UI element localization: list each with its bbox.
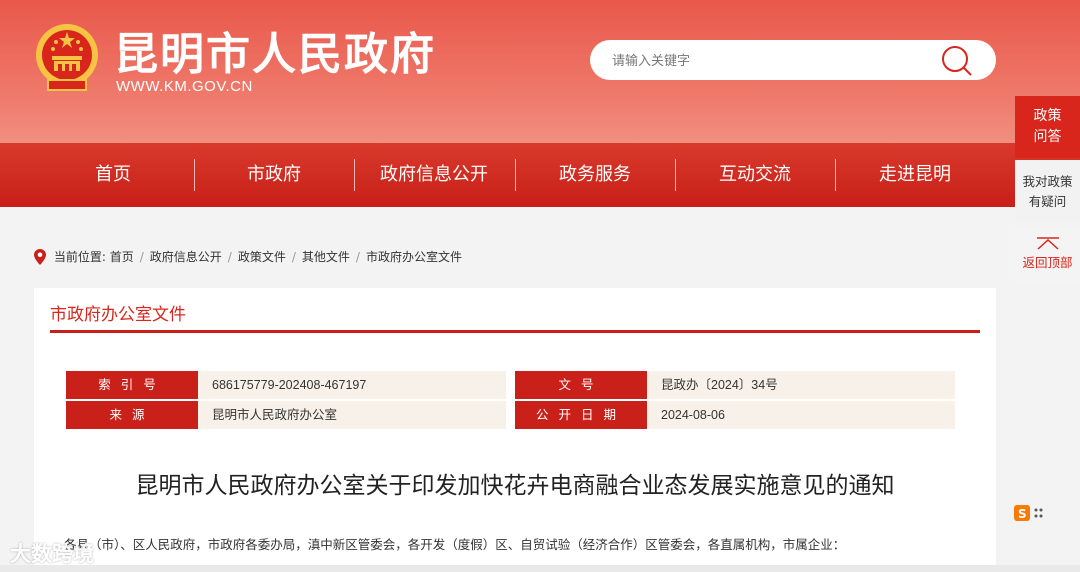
nav-item-services[interactable]: 政务服务 xyxy=(515,143,675,207)
meta-key-source: 来源 xyxy=(66,401,198,429)
meta-value-date: 2024-08-06 xyxy=(647,401,955,429)
meta-value-docno: 昆政办〔2024〕34号 xyxy=(647,371,955,399)
nav-item-home[interactable]: 首页 xyxy=(33,143,193,207)
breadcrumb-separator: / xyxy=(227,249,232,264)
site-title[interactable]: 昆明市人民政府 xyxy=(114,18,436,82)
breadcrumb-info-disclosure[interactable]: 政府信息公开 xyxy=(150,250,222,264)
national-emblem-icon xyxy=(36,24,98,91)
meta-key-index: 索引号 xyxy=(66,371,198,399)
meta-value-source: 昆明市人民政府办公室 xyxy=(198,401,506,429)
policy-question-button[interactable]: 我对政策 有疑问 xyxy=(1015,160,1080,222)
breadcrumb-policy-docs[interactable]: 政策文件 xyxy=(238,250,286,264)
watermark-text: 大数跨境 xyxy=(10,542,94,566)
bottom-bar xyxy=(0,565,1080,572)
meta-key-docno: 文号 xyxy=(515,371,647,399)
policy-qa-button[interactable]: 政策 问答 xyxy=(1015,96,1080,158)
breadcrumb-home[interactable]: 首页 xyxy=(110,250,134,264)
breadcrumb-separator: / xyxy=(139,249,144,264)
breadcrumb-office-docs[interactable]: 市政府办公室文件 xyxy=(366,250,462,264)
search-input[interactable] xyxy=(610,49,934,73)
chevron-up-icon xyxy=(1036,237,1059,250)
nav-item-info-disclosure[interactable]: 政府信息公开 xyxy=(354,143,514,207)
policy-qa-line1: 政策 xyxy=(1033,108,1062,124)
sogou-ime-icon[interactable]: S xyxy=(1014,504,1048,522)
meta-key-date: 公开日期 xyxy=(515,401,647,429)
svg-text:S: S xyxy=(1018,507,1027,521)
document-title: 昆明市人民政府办公室关于印发加快花卉电商融合业态发展实施意见的通知 xyxy=(135,473,895,499)
back-to-top-button[interactable]: 返回顶部 xyxy=(1015,226,1080,284)
meta-row-docno: 文号 昆政办〔2024〕34号 xyxy=(515,371,955,399)
site-url: WWW.KM.GOV.CN xyxy=(116,78,253,95)
breadcrumb-label: 当前位置: xyxy=(53,250,106,264)
breadcrumb-separator: / xyxy=(291,249,296,264)
meta-value-index: 686175779-202408-467197 xyxy=(198,371,506,399)
meta-left: 索引号 686175779-202408-467197 来源 昆明市人民政府办公… xyxy=(66,371,506,431)
breadcrumb-separator: / xyxy=(355,249,360,264)
meta-right: 文号 昆政办〔2024〕34号 公开日期 2024-08-06 xyxy=(515,371,955,431)
search-icon[interactable] xyxy=(940,44,974,78)
meta-row-index: 索引号 686175779-202408-467197 xyxy=(66,371,506,399)
back-to-top-label: 返回顶部 xyxy=(1022,255,1073,270)
panel-title: 市政府办公室文件 xyxy=(50,305,186,325)
meta-row-source: 来源 昆明市人民政府办公室 xyxy=(66,401,506,429)
document-salutation: 各县（市）、区人民政府，市政府各委办局，滇中新区管委会，各开发（度假）区、自贸试… xyxy=(64,537,846,552)
content-panel: 市政府办公室文件 索引号 686175779-202408-467197 来源 … xyxy=(34,288,996,572)
main-nav: 首页 市政府 政府信息公开 政务服务 互动交流 走进昆明 xyxy=(0,143,1080,207)
breadcrumb-other-docs[interactable]: 其他文件 xyxy=(302,250,350,264)
policy-question-line2: 有疑问 xyxy=(1028,194,1067,209)
site-header: 昆明市人民政府 WWW.KM.GOV.CN xyxy=(0,0,1080,143)
panel-divider xyxy=(50,330,980,333)
policy-question-line1: 我对政策 xyxy=(1022,174,1073,189)
policy-qa-line2: 问答 xyxy=(1033,129,1062,145)
breadcrumb: 当前位置: 首页 / 政府信息公开 / 政策文件 / 其他文件 / 市政府办公室文件 xyxy=(34,248,462,265)
nav-item-interaction[interactable]: 互动交流 xyxy=(675,143,835,207)
nav-item-government[interactable]: 市政府 xyxy=(194,143,354,207)
location-pin-icon xyxy=(34,248,46,265)
nav-item-about-kunming[interactable]: 走进昆明 xyxy=(835,143,995,207)
search-box xyxy=(590,40,996,80)
meta-row-date: 公开日期 2024-08-06 xyxy=(515,401,955,429)
